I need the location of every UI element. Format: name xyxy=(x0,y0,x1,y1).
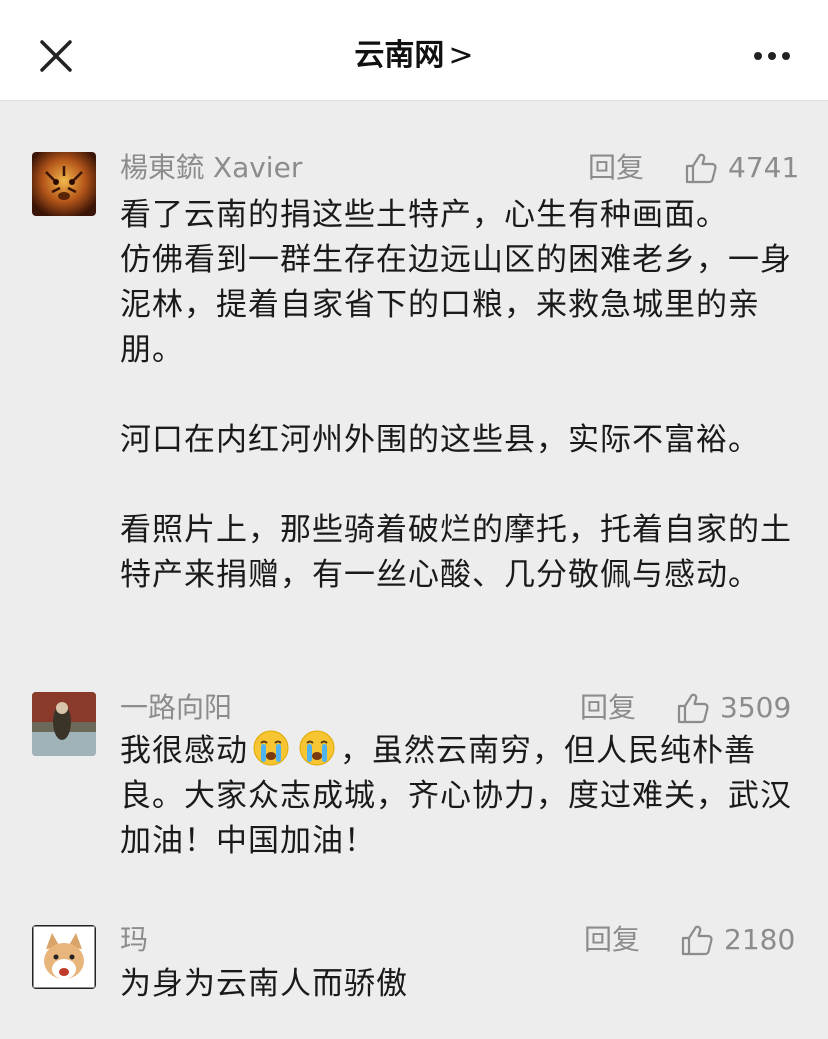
comment-username[interactable]: 玛 xyxy=(120,922,148,958)
thumbs-up-icon xyxy=(677,693,709,724)
comment-text-part: 我很感动 xyxy=(120,733,248,769)
avatar[interactable] xyxy=(32,152,96,216)
comment-paragraph: 看照片上，那些骑着破烂的摩托，托着自家的土特产来捐赠，有一丝心酸、几分敬佩与感动… xyxy=(120,512,792,593)
comment-paragraph: 为身为云南人而骄傲 xyxy=(120,966,408,1002)
reply-button[interactable]: 回复 xyxy=(588,150,644,186)
reply-button[interactable]: 回复 xyxy=(580,690,636,726)
page-title: 云南网 xyxy=(354,38,445,73)
comment-text: 看了云南的捐这些土特产，心生有种画面。 仿佛看到一群生存在边远山区的困难老乡，一… xyxy=(120,193,800,598)
more-options-icon[interactable] xyxy=(752,38,792,74)
comment-username[interactable]: 一路向阳 xyxy=(120,690,232,726)
like-count: 2180 xyxy=(724,923,796,956)
crying-face-emoji-icon xyxy=(299,730,335,766)
thumbs-up-icon xyxy=(681,925,713,956)
crying-face-emoji-icon xyxy=(253,730,289,766)
comment-text: 我很感动 ，虽然云南穷，但人民纯朴善良。大家众志成城，齐心协力，度过难关，武汉加… xyxy=(120,729,800,864)
comment-paragraph: 看了云南的捐这些土特产，心生有种画面。 仿佛看到一群生存在边远山区的困难老乡，一… xyxy=(120,197,792,368)
avatar[interactable] xyxy=(32,925,96,989)
like-button[interactable]: 3509 xyxy=(676,690,791,726)
thumbs-up-icon xyxy=(685,153,717,184)
like-button[interactable]: 2180 xyxy=(680,922,795,958)
comment-username[interactable]: 楊東鋶 Xavier xyxy=(120,150,302,186)
top-navigation-bar: 云南网 > xyxy=(0,0,828,101)
page-title-link[interactable]: 云南网 > xyxy=(0,34,828,78)
like-count: 3509 xyxy=(720,691,792,724)
avatar[interactable] xyxy=(32,692,96,756)
like-count: 4741 xyxy=(728,151,800,184)
comment-paragraph: 河口在内红河州外围的这些县，实际不富裕。 xyxy=(120,422,760,458)
comment-text: 为身为云南人而骄傲 xyxy=(120,962,800,1007)
chevron-right-icon: > xyxy=(448,38,474,73)
like-button[interactable]: 4741 xyxy=(684,150,799,186)
reply-button[interactable]: 回复 xyxy=(584,922,640,958)
